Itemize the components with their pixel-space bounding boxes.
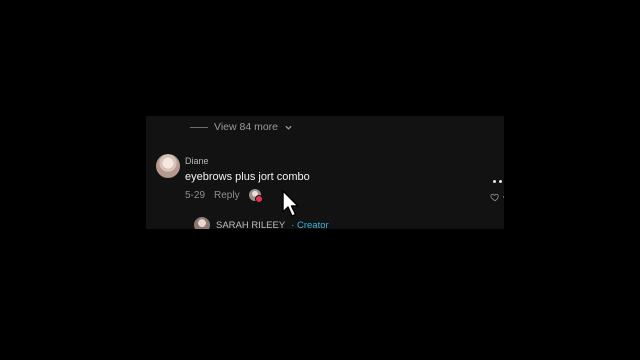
reply-preview[interactable]: SARAH RILEEY · Creator <box>194 217 329 229</box>
comment-text: eyebrows plus jort combo <box>185 171 310 183</box>
liked-by-creator-avatar <box>248 189 263 203</box>
reply-author-avatar <box>194 217 210 229</box>
divider-line <box>190 126 208 128</box>
mouse-cursor-icon <box>282 190 299 217</box>
view-more-replies[interactable]: View 84 more <box>190 120 293 134</box>
comment-meta: 5-29 Reply <box>185 189 263 203</box>
reply-author-name[interactable]: SARAH RILEEY <box>216 220 285 230</box>
more-options-icon[interactable] <box>493 180 502 183</box>
heart-icon <box>490 193 499 201</box>
like-button[interactable]: 46 <box>490 191 504 202</box>
like-count: 46 <box>503 191 504 202</box>
dot <box>493 180 496 183</box>
comment-author-name[interactable]: Diane <box>185 156 209 166</box>
comment-date: 5-29 <box>185 189 206 201</box>
reply-button[interactable]: Reply <box>214 190 240 201</box>
creator-badge-label: Creator <box>296 219 329 230</box>
comments-panel: View 84 more Diane eyebrows plus jort co… <box>146 116 504 229</box>
creator-separator: · <box>291 219 295 230</box>
chevron-down-icon <box>285 125 292 130</box>
dot <box>499 180 502 183</box>
view-more-label: View 84 more <box>214 121 279 133</box>
comment-author-avatar[interactable] <box>156 154 180 178</box>
heart-badge <box>254 195 263 203</box>
creator-badge: · Creator <box>291 220 329 230</box>
